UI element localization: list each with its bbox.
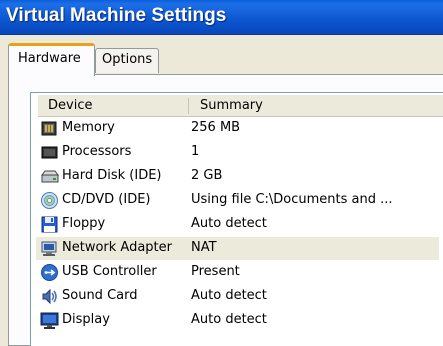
memory-chip-icon	[41, 121, 57, 136]
network-adapter-icon	[41, 241, 57, 256]
device-row-usb-controller[interactable]: USB Controller Present	[36, 261, 439, 284]
device-summary: 2 GB	[191, 168, 223, 183]
device-row-hard-disk[interactable]: Hard Disk (IDE) 2 GB	[36, 165, 439, 188]
device-name: Hard Disk (IDE)	[62, 168, 162, 183]
cd-dvd-icon	[41, 192, 58, 209]
device-row-memory[interactable]: Memory 256 MB	[36, 117, 439, 140]
device-name: Processors	[62, 144, 132, 159]
tab-options[interactable]: Options	[95, 48, 159, 73]
device-row-floppy[interactable]: Floppy Auto detect	[36, 213, 439, 236]
tab-strip: Hardware Options	[0, 35, 443, 76]
column-header-summary[interactable]: Summary	[200, 98, 263, 113]
device-row-sound-card[interactable]: Sound Card Auto detect	[36, 285, 439, 308]
title-bar[interactable]: Virtual Machine Settings	[0, 0, 443, 35]
usb-icon	[41, 264, 58, 281]
tab-hardware[interactable]: Hardware	[8, 43, 95, 76]
list-header: Device Summary	[38, 95, 443, 117]
device-summary: Present	[191, 264, 240, 279]
device-summary: 1	[191, 144, 200, 159]
device-row-network-adapter[interactable]: Network Adapter NAT	[36, 237, 439, 260]
device-summary: Using file C:\Documents and ...	[191, 192, 393, 207]
device-summary: Auto detect	[191, 288, 267, 303]
device-row-display[interactable]: Display Auto detect	[36, 309, 439, 332]
device-name: USB Controller	[62, 264, 157, 279]
sound-card-icon	[42, 288, 57, 305]
floppy-disk-icon	[41, 216, 58, 233]
processor-chip-icon	[41, 146, 58, 159]
device-name: Floppy	[62, 216, 106, 231]
device-name: Sound Card	[62, 288, 138, 303]
device-row-processors[interactable]: Processors 1	[36, 141, 439, 164]
device-name: Network Adapter	[62, 240, 172, 255]
column-header-device[interactable]: Device	[48, 98, 92, 113]
hard-disk-icon	[41, 170, 59, 183]
device-name: CD/DVD (IDE)	[62, 192, 151, 207]
device-summary: Auto detect	[191, 312, 267, 327]
device-name: Memory	[62, 120, 115, 135]
device-name: Display	[62, 312, 110, 327]
device-summary: Auto detect	[191, 216, 267, 231]
device-list[interactable]: Device Summary Memory 256 MB Processors …	[30, 92, 443, 346]
device-summary: NAT	[191, 240, 217, 255]
device-row-cd-dvd[interactable]: CD/DVD (IDE) Using file C:\Documents and…	[36, 189, 439, 212]
display-monitor-icon	[40, 312, 59, 329]
device-summary: 256 MB	[191, 120, 241, 135]
window-title: Virtual Machine Settings	[6, 5, 227, 26]
hardware-panel: Device Summary Memory 256 MB Processors …	[8, 74, 443, 346]
column-separator[interactable]	[188, 98, 189, 114]
